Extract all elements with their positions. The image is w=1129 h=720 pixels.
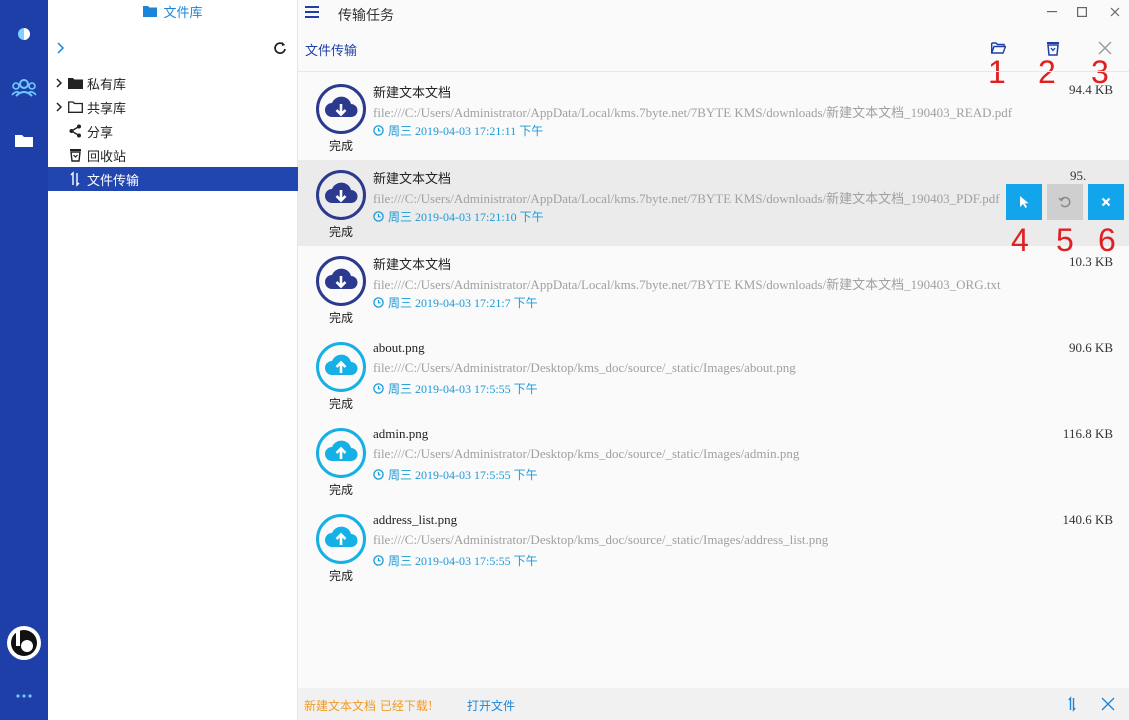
cursor-icon	[1020, 196, 1029, 208]
sidebar-item-label: 共享库	[87, 101, 127, 117]
app-logo-icon[interactable]	[0, 14, 48, 54]
recycle-bin-icon	[66, 148, 84, 162]
retry-button[interactable]	[1047, 184, 1083, 220]
task-file-size: 140.6 KB	[1062, 512, 1113, 527]
task-file-path: file:///C:/Users/Administrator/Desktop/k…	[373, 446, 800, 461]
download-complete-message: 新建文本文档 已经下载!	[304, 699, 433, 713]
section-title: 文件传输	[305, 44, 358, 59]
task-status: 完成	[329, 311, 354, 325]
more-icon[interactable]	[0, 676, 48, 716]
task-file-path: file:///C:/Users/Administrator/AppData/L…	[373, 105, 1013, 120]
share-icon	[66, 124, 84, 138]
task-file-size: 116.8 KB	[1062, 426, 1113, 441]
clock-icon	[373, 555, 384, 566]
window-close-icon[interactable]	[1105, 3, 1125, 21]
sidebar-item-label: 文件传输	[87, 173, 140, 189]
locate-file-button[interactable]	[1006, 184, 1042, 220]
retry-icon	[1058, 196, 1071, 208]
refresh-icon[interactable]	[270, 38, 290, 58]
folder-filled-icon	[66, 77, 84, 89]
clock-icon	[373, 297, 384, 308]
hamburger-menu-icon[interactable]	[305, 6, 319, 20]
transfer-task-row[interactable]: 完成 address_list.png file:///C:/Users/Adm…	[298, 504, 1129, 590]
task-file-name: 新建文本文档	[373, 257, 452, 272]
transfer-icon	[66, 171, 84, 187]
clock-icon	[373, 469, 384, 480]
cloud-download-icon	[316, 256, 366, 306]
transfer-toggle-icon[interactable]	[1062, 694, 1082, 714]
transfer-task-row[interactable]: 完成 新建文本文档 file:///C:/Users/Administrator…	[298, 160, 1129, 256]
task-file-path: file:///C:/Users/Administrator/Desktop/k…	[373, 532, 829, 547]
task-file-path: file:///C:/Users/Administrator/Desktop/k…	[373, 360, 796, 375]
task-status: 完成	[329, 483, 354, 497]
task-time: 周三 2019-04-03 17:5:55 下午	[373, 380, 538, 397]
task-time: 周三 2019-04-03 17:5:55 下午	[373, 552, 538, 569]
close-footer-icon[interactable]	[1098, 694, 1118, 714]
library-sidebar: 文件库 私有库 共享库 分享 回收站 文件传输	[48, 0, 298, 720]
task-status: 完成	[329, 139, 354, 153]
brand-logo-icon	[0, 620, 48, 666]
sidebar-item-file-transfer[interactable]: 文件传输	[48, 167, 298, 191]
task-file-path: file:///C:/Users/Administrator/AppData/L…	[373, 191, 1000, 206]
library-folder-icon[interactable]	[0, 120, 48, 160]
maximize-icon[interactable]	[1072, 3, 1092, 21]
transfer-task-row[interactable]: 完成 新建文本文档 file:///C:/Users/Administrator…	[298, 74, 1129, 160]
task-file-name: about.png	[373, 340, 425, 355]
task-file-size: 10.3 KB	[1068, 254, 1113, 269]
cloud-download-icon	[316, 170, 366, 220]
task-file-size: 90.6 KB	[1068, 340, 1113, 355]
sidebar-item-shared-library[interactable]: 共享库	[48, 95, 298, 119]
task-time: 周三 2019-04-03 17:21:7 下午	[373, 294, 538, 311]
folder-outline-icon	[66, 101, 84, 113]
chevron-right-icon[interactable]	[52, 78, 66, 88]
window-title: 传输任务	[338, 8, 394, 24]
task-time: 周三 2019-04-03 17:5:55 下午	[373, 466, 538, 483]
minimize-icon[interactable]	[1042, 3, 1062, 21]
open-file-link[interactable]: 打开文件	[467, 697, 515, 714]
clock-icon	[373, 383, 384, 394]
sidebar-item-label: 回收站	[87, 149, 127, 165]
library-header[interactable]: 文件库	[48, 0, 298, 22]
task-file-name: admin.png	[373, 426, 429, 441]
task-file-name: 新建文本文档	[373, 171, 452, 186]
sidebar-item-private-library[interactable]: 私有库	[48, 71, 298, 95]
task-file-size: 94.4 KB	[1068, 82, 1113, 97]
task-status: 完成	[329, 225, 354, 239]
transfer-task-row[interactable]: 完成 admin.png file:///C:/Users/Administra…	[298, 418, 1129, 504]
task-file-path: file:///C:/Users/Administrator/AppData/L…	[373, 277, 1001, 292]
task-file-name: 新建文本文档	[373, 85, 452, 100]
sidebar-item-share[interactable]: 分享	[48, 119, 298, 143]
close-icon	[1101, 197, 1111, 207]
sidebar-item-recycle-bin[interactable]: 回收站	[48, 143, 298, 167]
folder-icon	[143, 6, 158, 17]
sidebar-item-label: 分享	[87, 125, 114, 141]
task-status: 完成	[329, 397, 354, 411]
task-status: 完成	[329, 569, 354, 583]
cloud-upload-icon	[316, 514, 366, 564]
expand-chevron-icon[interactable]	[51, 38, 71, 58]
remove-task-button[interactable]	[1088, 184, 1124, 220]
clock-icon	[373, 125, 384, 136]
task-time: 周三 2019-04-03 17:21:11 下午	[373, 122, 543, 139]
task-file-size: 95.	[1070, 168, 1087, 183]
clock-icon	[373, 211, 384, 222]
cloud-download-icon	[316, 84, 366, 134]
contacts-icon[interactable]	[0, 68, 48, 108]
cloud-upload-icon	[316, 342, 366, 392]
transfer-task-row[interactable]: 完成 新建文本文档 file:///C:/Users/Administrator…	[298, 246, 1129, 332]
header-divider	[298, 71, 1129, 72]
library-title: 文件库	[163, 5, 203, 21]
sidebar-item-label: 私有库	[87, 77, 127, 93]
transfer-task-row[interactable]: 完成 about.png file:///C:/Users/Administra…	[298, 332, 1129, 418]
cloud-upload-icon	[316, 428, 366, 478]
status-footer: 新建文本文档 已经下载! 打开文件	[298, 688, 1129, 720]
task-time: 周三 2019-04-03 17:21:10 下午	[373, 208, 544, 225]
task-file-name: address_list.png	[373, 512, 458, 527]
title-bar: 传输任务	[298, 0, 1129, 30]
chevron-right-icon[interactable]	[52, 102, 66, 112]
app-rail	[0, 0, 48, 720]
